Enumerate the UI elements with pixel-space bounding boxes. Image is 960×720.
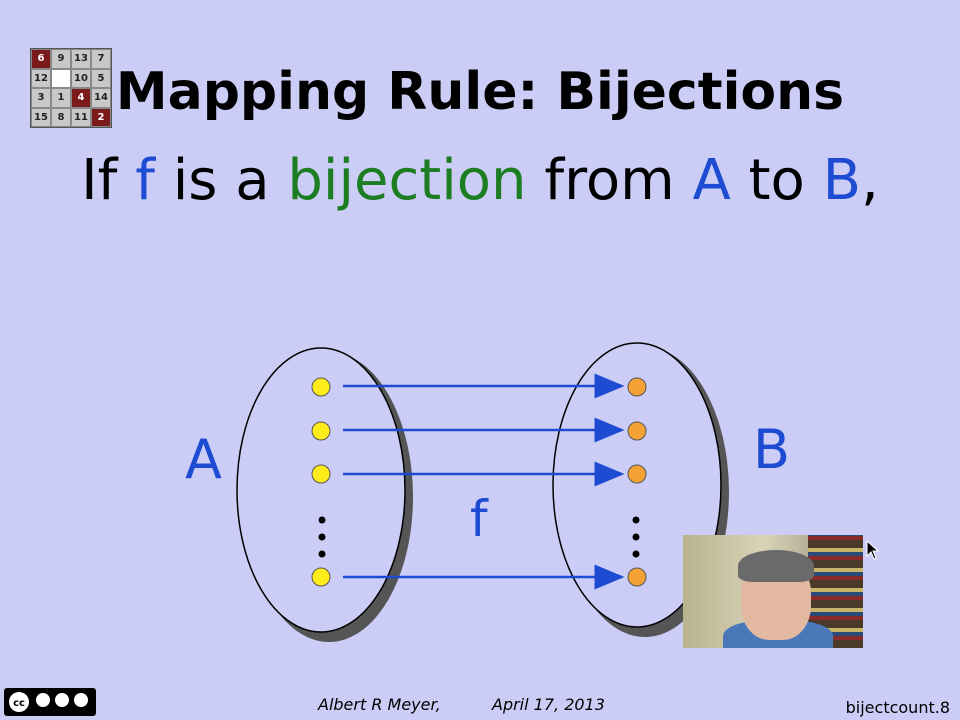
cc-by-nc-sa-icon: cc (4, 688, 96, 716)
license-icons: cc (9, 692, 88, 712)
video-lecturer-hair (738, 550, 814, 582)
set-B-label: B (753, 418, 791, 481)
domain-ellipsis-dot (318, 516, 326, 524)
domain-element (311, 464, 331, 484)
domain-element (311, 567, 331, 587)
domain-element (311, 421, 331, 441)
domain-element (311, 377, 331, 397)
svg-text:cc: cc (13, 698, 25, 709)
codomain-ellipsis-dot (632, 550, 640, 558)
mouse-cursor-icon (866, 540, 880, 560)
codomain-element (627, 464, 647, 484)
function-label: f (470, 490, 488, 548)
footer-date: April 17, 2013 (492, 695, 605, 714)
codomain-element (627, 567, 647, 587)
codomain-ellipsis-dot (632, 516, 640, 524)
slide-id: bijectcount.8 (845, 698, 950, 717)
codomain-element (627, 421, 647, 441)
set-A-label: A (185, 428, 222, 491)
domain-ellipsis-dot (318, 533, 326, 541)
domain-ellipsis-dot (318, 550, 326, 558)
footer-author: Albert R Meyer, (318, 695, 441, 714)
codomain-ellipsis-dot (632, 533, 640, 541)
codomain-element (627, 377, 647, 397)
lecturer-video (683, 535, 863, 648)
